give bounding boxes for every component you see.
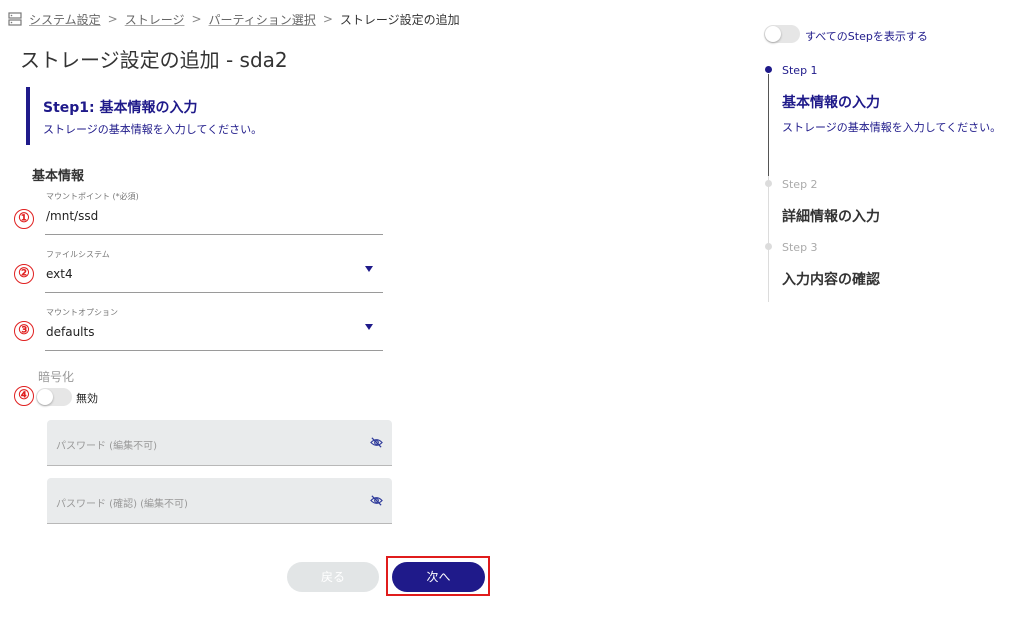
password-confirm-field: パスワード (確認) (編集不可) — [47, 478, 392, 524]
mount-point-field[interactable]: マウントポイント (*必須) /mnt/ssd — [45, 189, 383, 235]
step-header-title: Step1: 基本情報の入力 — [43, 100, 198, 116]
breadcrumb-storage[interactable]: ストレージ — [125, 11, 185, 28]
breadcrumb-separator: > — [107, 12, 118, 26]
step-3-dot — [765, 243, 772, 250]
eye-off-icon[interactable] — [370, 436, 383, 449]
breadcrumb-partition-select[interactable]: パーティション選択 — [209, 11, 316, 28]
breadcrumb-separator: > — [322, 12, 333, 26]
breadcrumb-current: ストレージ設定の追加 — [339, 12, 460, 27]
storage-icon — [8, 12, 22, 26]
annotation-marker-2: ② — [14, 264, 34, 284]
filesystem-value: ext4 — [46, 267, 73, 281]
step-2-dot — [765, 180, 772, 187]
step-2-label: Step 2 — [782, 178, 818, 191]
show-all-steps-toggle[interactable] — [764, 25, 800, 43]
section-title: 基本情報 — [32, 169, 85, 184]
mount-point-label: マウントポイント (*必須) — [46, 192, 139, 201]
filesystem-select[interactable]: ファイルシステム ext4 — [45, 247, 383, 293]
step-3-title: 入力内容の確認 — [782, 272, 880, 288]
back-button[interactable]: 戻る — [287, 562, 379, 592]
breadcrumb-separator: > — [191, 12, 202, 26]
eye-off-icon[interactable] — [370, 494, 383, 507]
annotation-marker-4: ④ — [14, 386, 34, 406]
password-placeholder: パスワード (編集不可) — [56, 441, 157, 452]
encryption-toggle-text: 無効 — [76, 392, 98, 405]
password-confirm-placeholder: パスワード (確認) (編集不可) — [56, 499, 188, 510]
mount-option-select[interactable]: マウントオプション defaults — [45, 305, 383, 351]
step-1-dot — [765, 66, 772, 73]
filesystem-label: ファイルシステム — [46, 250, 110, 259]
step-1-label: Step 1 — [782, 64, 818, 77]
encryption-label: 暗号化 — [38, 370, 75, 384]
breadcrumb-system-settings[interactable]: システム設定 — [29, 11, 101, 28]
next-button[interactable]: 次へ — [392, 562, 485, 592]
page-title: ストレージ設定の追加 - sda2 — [20, 48, 288, 72]
chevron-down-icon[interactable] — [365, 266, 373, 272]
stepper-track-active — [768, 74, 769, 176]
toggle-knob — [37, 389, 53, 405]
annotation-marker-1: ① — [14, 209, 34, 229]
step-3-label: Step 3 — [782, 241, 818, 254]
mount-option-label: マウントオプション — [46, 308, 118, 317]
annotation-marker-3: ③ — [14, 321, 34, 341]
step-1-title: 基本情報の入力 — [782, 95, 880, 111]
password-field: パスワード (編集不可) — [47, 420, 392, 466]
mount-option-value: defaults — [46, 325, 95, 339]
step-header: Step1: 基本情報の入力 ストレージの基本情報を入力してください。 — [26, 87, 356, 145]
chevron-down-icon[interactable] — [365, 324, 373, 330]
breadcrumb: システム設定 > ストレージ > パーティション選択 > ストレージ設定の追加 — [8, 10, 460, 28]
step-header-description: ストレージの基本情報を入力してください。 — [43, 123, 263, 136]
step-2-title: 詳細情報の入力 — [782, 209, 880, 225]
mount-point-value[interactable]: /mnt/ssd — [46, 209, 98, 223]
toggle-knob — [765, 26, 781, 42]
step-1-description: ストレージの基本情報を入力してください。 — [782, 121, 1002, 134]
show-all-steps-label: すべてのStepを表示する — [805, 30, 928, 43]
encryption-toggle[interactable] — [36, 388, 72, 406]
